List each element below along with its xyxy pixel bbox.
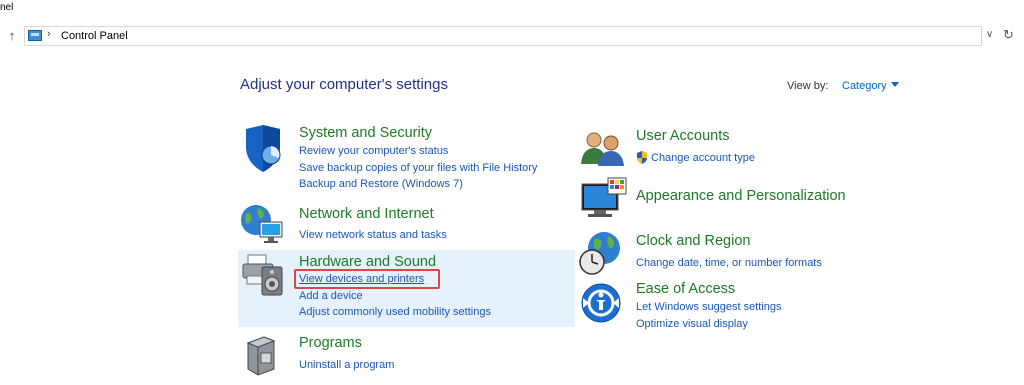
link-add-device[interactable]: Add a device [299,290,363,302]
link-review-status[interactable]: Review your computer's status [299,145,448,157]
window-title: nel [0,2,14,13]
monitor-palette-icon [581,177,627,217]
view-by-dropdown[interactable]: Category [842,80,887,92]
link-change-date-time[interactable]: Change date, time, or number formats [636,257,822,269]
clock-globe-icon [579,232,620,275]
link-network-status[interactable]: View network status and tasks [299,229,447,241]
address-bar-row: ↑ › Control Panel [0,26,1024,48]
link-backup-restore[interactable]: Backup and Restore (Windows 7) [299,178,463,190]
view-by-label: View by: [787,80,829,92]
users-icon [581,132,624,166]
uac-shield-icon [637,151,647,164]
selection-highlight-box [294,269,440,289]
link-optimize-visual-display[interactable]: Optimize visual display [636,318,748,330]
link-file-history[interactable]: Save backup copies of your files with Fi… [299,162,537,174]
network-globe-icon [241,205,283,243]
category-system-security[interactable]: System and Security [299,125,432,141]
shield-icon [246,125,281,172]
category-hardware-sound[interactable]: Hardware and Sound [299,254,436,270]
category-user-accounts[interactable]: User Accounts [636,128,730,144]
link-uninstall-program[interactable]: Uninstall a program [299,359,394,371]
up-arrow-icon[interactable]: ↑ [5,28,19,44]
link-mobility-settings[interactable]: Adjust commonly used mobility settings [299,306,491,318]
address-bar[interactable]: › Control Panel [24,26,982,46]
refresh-icon[interactable]: ↻ [1003,27,1014,43]
address-dropdown-icon[interactable]: ∨ [986,29,993,40]
control-panel-icon [28,30,42,41]
view-by-chevron-icon[interactable] [891,82,899,87]
category-programs[interactable]: Programs [299,335,362,351]
printer-speaker-icon [242,254,283,296]
category-clock-region[interactable]: Clock and Region [636,233,750,249]
ease-of-access-icon [581,283,621,323]
category-appearance-personalization[interactable]: Appearance and Personalization [636,188,846,204]
link-windows-suggest-settings[interactable]: Let Windows suggest settings [636,301,782,313]
breadcrumb-control-panel[interactable]: Control Panel [61,30,128,42]
link-change-account-type[interactable]: Change account type [651,152,755,164]
programs-box-icon [246,336,276,376]
page-title: Adjust your computer's settings [240,76,448,93]
category-network-internet[interactable]: Network and Internet [299,206,434,222]
breadcrumb-chevron-icon[interactable]: › [47,28,51,40]
category-ease-of-access[interactable]: Ease of Access [636,281,735,297]
